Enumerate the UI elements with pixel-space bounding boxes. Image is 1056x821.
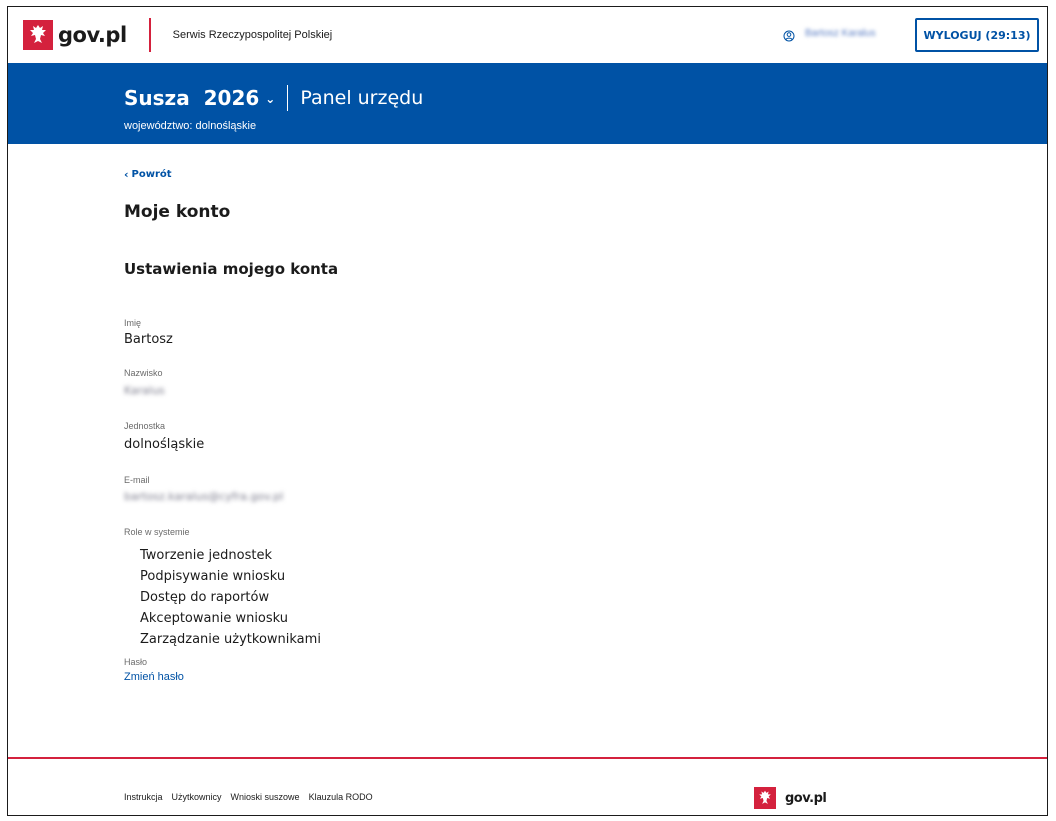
region-label: województwo: dolnośląskie xyxy=(124,120,257,132)
chevron-left-icon: ‹ xyxy=(124,168,129,181)
last-name-value: Karalus xyxy=(124,384,165,397)
first-name-value: Bartosz xyxy=(124,332,173,347)
top-bar: gov.pl Serwis Rzeczypospolitej Polskiej … xyxy=(8,7,1047,63)
back-label: Powrót xyxy=(131,169,172,180)
user-name: Bartosz Karalus xyxy=(805,27,876,39)
gov-logo[interactable]: gov.pl xyxy=(23,20,127,50)
eagle-emblem-icon xyxy=(754,787,776,809)
footer-gov-logo[interactable]: gov.pl xyxy=(754,787,827,809)
password-label: Hasło xyxy=(124,657,148,667)
email-label: E-mail xyxy=(124,475,150,485)
page-title: Moje konto xyxy=(124,202,231,222)
chevron-down-icon: ⌄ xyxy=(265,92,276,106)
eagle-emblem-icon xyxy=(23,20,53,50)
back-link[interactable]: ‹ Powrót xyxy=(124,168,172,181)
footer-link-wnioski[interactable]: Wnioski suszowe xyxy=(231,792,300,802)
logo-text: gov.pl xyxy=(58,23,127,47)
service-banner: Susza 2026 ⌄ Panel urzędu województwo: d… xyxy=(8,63,1047,144)
banner-title-row: Susza 2026 ⌄ Panel urzędu xyxy=(124,85,423,111)
panel-title: Panel urzędu xyxy=(300,87,424,109)
program-name: Susza 2026 xyxy=(124,86,260,110)
unit-label: Jednostka xyxy=(124,421,166,431)
footer-link-uzytkownicy[interactable]: Użytkownicy xyxy=(172,792,222,802)
change-password-link[interactable]: Zmień hasło xyxy=(124,671,184,683)
footer-link-instrukcja[interactable]: Instrukcja xyxy=(124,792,163,802)
footer-link-rodo[interactable]: Klauzula RODO xyxy=(309,792,373,802)
program-selector[interactable]: Susza 2026 ⌄ xyxy=(124,86,275,110)
banner-divider xyxy=(287,85,289,111)
role-item: Podpisywanie wniosku xyxy=(140,569,286,584)
section-title: Ustawienia mojego konta xyxy=(124,260,339,278)
last-name-label: Nazwisko xyxy=(124,368,163,378)
footer-divider xyxy=(8,757,1047,759)
logout-button[interactable]: WYLOGUJ (29:13) xyxy=(915,18,1039,52)
user-icon xyxy=(783,27,795,42)
service-name: Serwis Rzeczypospolitej Polskiej xyxy=(172,29,333,41)
first-name-label: Imię xyxy=(124,318,142,328)
footer-logo-text: gov.pl xyxy=(785,790,827,806)
roles-list: Tworzenie jednostek Podpisywanie wniosku… xyxy=(140,545,321,650)
user-info[interactable]: Bartosz Karalus xyxy=(783,27,876,42)
role-item: Zarządzanie użytkownikami xyxy=(140,632,321,647)
unit-value: dolnośląskie xyxy=(124,437,205,452)
app-frame: gov.pl Serwis Rzeczypospolitej Polskiej … xyxy=(7,6,1048,816)
role-item: Dostęp do raportów xyxy=(140,590,270,605)
footer-nav: Instrukcja Użytkownicy Wnioski suszowe K… xyxy=(124,792,382,802)
email-value: bartosz.karalus@cyfra.gov.pl xyxy=(124,490,284,503)
role-item: Tworzenie jednostek xyxy=(140,548,272,563)
header-divider xyxy=(148,18,151,52)
role-item: Akceptowanie wniosku xyxy=(140,611,289,626)
roles-label: Role w systemie xyxy=(124,527,190,537)
